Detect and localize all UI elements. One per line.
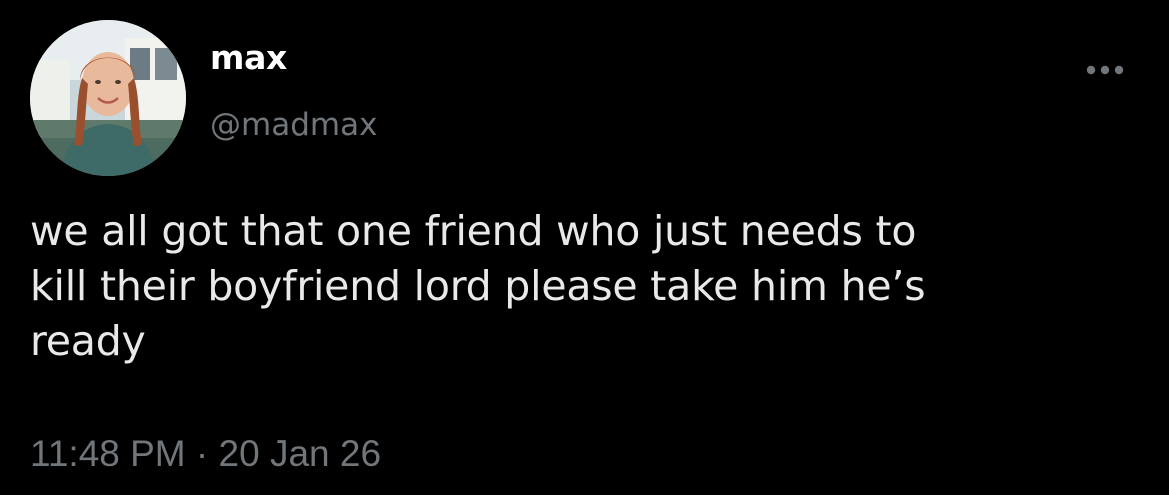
meta-separator: · xyxy=(185,433,219,474)
tweet-date[interactable]: 20 Jan 26 xyxy=(219,433,382,474)
avatar[interactable] xyxy=(30,20,186,176)
author-handle[interactable]: @madmax xyxy=(210,105,377,145)
tweet-text: we all got that one friend who just need… xyxy=(30,207,926,365)
tweet-timestamp: 11:48 PM · 20 Jan 26 xyxy=(30,432,381,476)
more-options-button[interactable] xyxy=(1080,52,1130,88)
tweet-time[interactable]: 11:48 PM xyxy=(30,433,186,474)
author-display-name[interactable]: max xyxy=(210,38,287,78)
more-options-icon xyxy=(1086,65,1124,75)
tweet-card: max @madmax we all got that one friend w… xyxy=(0,0,1169,495)
avatar-photo xyxy=(30,20,186,176)
